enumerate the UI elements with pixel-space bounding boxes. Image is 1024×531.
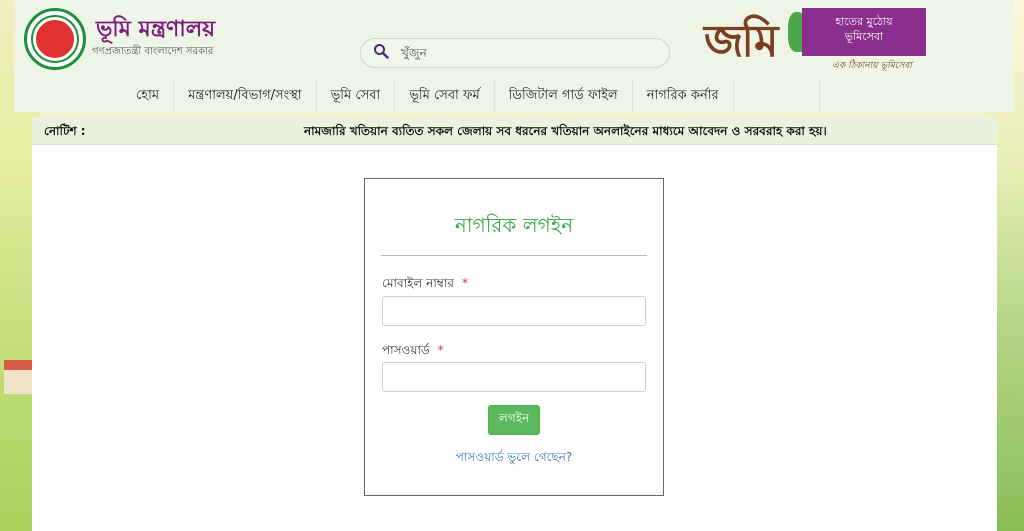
brand-subtitle: গণপ্রজাতন্ত্রী বাংলাদেশ সরকার: [92, 46, 214, 57]
jomi-logo[interactable]: জমি হাতের মুঠোয় ভূমিসেবা এক ঠিকানায় ভূ…: [704, 8, 928, 71]
title-divider: [381, 255, 647, 256]
search-icon[interactable]: [373, 43, 389, 63]
main-navigation: হোম মন্ত্রণালয়/বিভাগ/সংস্থা ভূমি সেবা ভ…: [14, 80, 1014, 112]
login-form-card: নাগরিক লগইন মোবাইল নাম্বার * পাসওয়ার্ড * …: [364, 178, 664, 496]
nav-item-land-service[interactable]: ভূমি সেবা: [317, 80, 396, 112]
main-content: নাগরিক লগইন মোবাইল নাম্বার * পাসওয়ার্ড * …: [32, 145, 997, 531]
search-bar[interactable]: [360, 38, 670, 68]
nav-item-land-service-form[interactable]: ভূমি সেবা ফর্ম: [395, 80, 495, 112]
required-marker: *: [437, 343, 444, 357]
notice-label: নোটিশ :: [44, 124, 86, 138]
jomi-logo-subtitle: এক ঠিকানায় ভূমিসেবা: [832, 61, 912, 71]
nav-item-citizen-corner[interactable]: নাগরিক কর্নার: [633, 80, 734, 112]
notice-marquee-text: নামজারি খতিয়ান ব্যতিত সকল জেলায় সব ধরন…: [304, 124, 827, 138]
login-button[interactable]: লগইন: [488, 405, 540, 435]
forgot-password-link[interactable]: পাসওয়ার্ড ভুলে গেছেন?: [365, 449, 663, 469]
site-header: ভূমি মন্ত্রণালয় গণপ্রজাতন্ত্রী বাংলাদেশ…: [14, 0, 1014, 80]
government-emblem-logo[interactable]: [24, 8, 86, 70]
nav-item-digital-guard-file[interactable]: ডিজিটাল গার্ড ফাইল: [495, 80, 633, 112]
notice-bar: নোটিশ : নামজারি খতিয়ান ব্যতিত সকল জেলায…: [32, 117, 997, 145]
password-label-text: পাসওয়ার্ড: [382, 343, 430, 357]
required-marker: *: [461, 276, 468, 290]
nav-item-home[interactable]: হোম: [122, 80, 175, 112]
nav-item-ministry[interactable]: মন্ত্রণালয়/বিভাগ/সংস্থা: [174, 80, 317, 112]
mobile-number-label: মোবাইল নাম্বার *: [382, 275, 468, 295]
jomi-tagline-box: হাতের মুঠোয় ভূমিসেবা: [802, 8, 926, 56]
password-label: পাসওয়ার্ড *: [382, 342, 444, 362]
password-input[interactable]: [382, 362, 646, 392]
jomi-tagline-line1: হাতের মুঠোয়: [835, 15, 893, 28]
house-illustration: [4, 360, 32, 394]
login-title: নাগরিক লগইন: [454, 213, 574, 237]
mobile-number-input[interactable]: [382, 296, 646, 326]
nav-item-hidden[interactable]: [734, 80, 820, 112]
search-input[interactable]: [401, 46, 651, 60]
mobile-number-label-text: মোবাইল নাম্বার: [382, 276, 454, 290]
jomi-tagline-line2: ভূমিসেবা: [844, 30, 884, 43]
jomi-logo-word: জমি: [704, 16, 778, 67]
